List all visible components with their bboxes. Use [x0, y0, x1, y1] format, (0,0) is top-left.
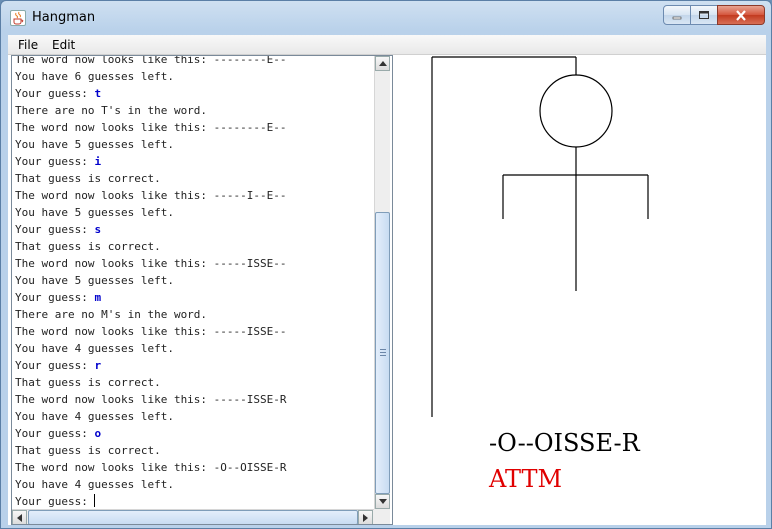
- horizontal-scrollbar[interactable]: [12, 509, 374, 524]
- console-line: The word now looks like this: -----ISSE-…: [15, 391, 375, 408]
- console-line: You have 5 guesses left.: [15, 204, 375, 221]
- scroll-right-button[interactable]: [358, 510, 373, 524]
- menu-edit[interactable]: Edit: [52, 38, 75, 52]
- title-bar[interactable]: Hangman: [1, 1, 771, 35]
- console-line: You have 6 guesses left.: [15, 68, 375, 85]
- console-line-text: The word now looks like this: -O--OISSE-…: [15, 461, 287, 474]
- vertical-scrollbar[interactable]: [374, 56, 390, 509]
- scroll-left-button[interactable]: [12, 510, 27, 524]
- grip-icon: [380, 349, 386, 356]
- console-line-text: There are no T's in the word.: [15, 104, 208, 117]
- scroll-corner: [374, 509, 390, 524]
- console-line-text: There are no M's in the word.: [15, 308, 208, 321]
- console-line-text: You have 5 guesses left.: [15, 274, 174, 287]
- console-line-text: You have 4 guesses left.: [15, 478, 174, 491]
- minimize-icon: [664, 6, 690, 24]
- content-area: The word now looks like this: --------E-…: [8, 55, 766, 525]
- console-line-text: That guess is correct.: [15, 240, 161, 253]
- menu-file[interactable]: File: [18, 38, 38, 52]
- hangman-window: Hangman File Edit The word now looks lik…: [0, 0, 772, 529]
- console-line-text: Your guess:: [15, 291, 95, 304]
- console-line: There are no T's in the word.: [15, 102, 375, 119]
- console-line-text: That guess is correct.: [15, 444, 161, 457]
- console-line-text: You have 5 guesses left.: [15, 138, 174, 151]
- arrow-up-icon: [378, 61, 387, 66]
- menu-bar: File Edit: [8, 35, 766, 55]
- console-line: The word now looks like this: -----ISSE-…: [15, 255, 375, 272]
- horizontal-scroll-thumb[interactable]: [28, 510, 358, 524]
- console-line-text: That guess is correct.: [15, 376, 161, 389]
- arrow-right-icon: [363, 513, 368, 522]
- console-line: You have 4 guesses left.: [15, 408, 375, 425]
- user-guess: t: [94, 87, 102, 100]
- close-button[interactable]: [717, 5, 765, 25]
- console-line-text: That guess is correct.: [15, 172, 161, 185]
- console-line: The word now looks like this: -O--OISSE-…: [15, 459, 375, 476]
- console-line-text: You have 4 guesses left.: [15, 410, 174, 423]
- java-coffee-icon: [10, 10, 26, 26]
- arrow-left-icon: [17, 513, 22, 522]
- wrong-letters: ATTM: [489, 465, 563, 493]
- console-line: That guess is correct.: [15, 374, 375, 391]
- console-line: Your guess: t: [15, 85, 375, 102]
- console-line-text: The word now looks like this: -----ISSE-…: [15, 325, 287, 338]
- console-text[interactable]: The word now looks like this: --------E-…: [15, 55, 375, 510]
- console-line: The word now looks like this: -----ISSE-…: [15, 323, 375, 340]
- console-panel[interactable]: The word now looks like this: --------E-…: [11, 55, 393, 525]
- console-line: That guess is correct.: [15, 170, 375, 187]
- user-guess: r: [94, 359, 102, 372]
- maximize-icon: [691, 6, 717, 24]
- console-line-text: You have 4 guesses left.: [15, 342, 174, 355]
- console-line: That guess is correct.: [15, 238, 375, 255]
- figure-head: [539, 74, 613, 148]
- console-line: You have 5 guesses left.: [15, 136, 375, 153]
- console-line-text: Your guess:: [15, 155, 95, 168]
- window-title: Hangman: [32, 10, 96, 25]
- minimize-button[interactable]: [663, 5, 691, 25]
- console-line: You have 5 guesses left.: [15, 272, 375, 289]
- console-line-text: Your guess:: [15, 87, 95, 100]
- scroll-down-button[interactable]: [375, 494, 390, 509]
- console-line: Your guess:: [15, 493, 375, 510]
- console-line: Your guess: s: [15, 221, 375, 238]
- console-line: The word now looks like this: --------E-…: [15, 55, 375, 68]
- word-display: -O--OISSE-R: [489, 429, 640, 457]
- user-guess: s: [94, 223, 102, 236]
- console-line-text: The word now looks like this: --------E-…: [15, 121, 287, 134]
- console-line: That guess is correct.: [15, 442, 375, 459]
- console-line-text: The word now looks like this: --------E-…: [15, 55, 287, 66]
- console-line-text: You have 6 guesses left.: [15, 70, 174, 83]
- console-line-text: Your guess:: [15, 427, 95, 440]
- user-guess: i: [94, 155, 102, 168]
- vertical-scroll-thumb[interactable]: [375, 212, 390, 494]
- console-line-text: You have 5 guesses left.: [15, 206, 174, 219]
- console-line: Your guess: o: [15, 425, 375, 442]
- text-caret: [94, 494, 96, 507]
- console-line-text: Your guess:: [15, 223, 95, 236]
- console-line: Your guess: m: [15, 289, 375, 306]
- console-line-text: The word now looks like this: -----I--E-…: [15, 189, 287, 202]
- user-guess: o: [94, 427, 102, 440]
- maximize-button[interactable]: [690, 5, 718, 25]
- console-line-text: Your guess:: [15, 495, 95, 508]
- user-guess: m: [94, 291, 102, 304]
- console-line: Your guess: r: [15, 357, 375, 374]
- console-line: You have 4 guesses left.: [15, 340, 375, 357]
- console-line: You have 4 guesses left.: [15, 476, 375, 493]
- console-line: The word now looks like this: -----I--E-…: [15, 187, 375, 204]
- hangman-canvas: -O--OISSE-R ATTM: [393, 55, 766, 525]
- console-line-text: The word now looks like this: -----ISSE-…: [15, 393, 287, 406]
- console-line-text: Your guess:: [15, 359, 95, 372]
- console-line: There are no M's in the word.: [15, 306, 375, 323]
- scroll-up-button[interactable]: [375, 56, 390, 71]
- console-line-text: The word now looks like this: -----ISSE-…: [15, 257, 287, 270]
- close-icon: [718, 6, 764, 24]
- console-line: Your guess: i: [15, 153, 375, 170]
- console-line: The word now looks like this: --------E-…: [15, 119, 375, 136]
- arrow-down-icon: [378, 499, 387, 504]
